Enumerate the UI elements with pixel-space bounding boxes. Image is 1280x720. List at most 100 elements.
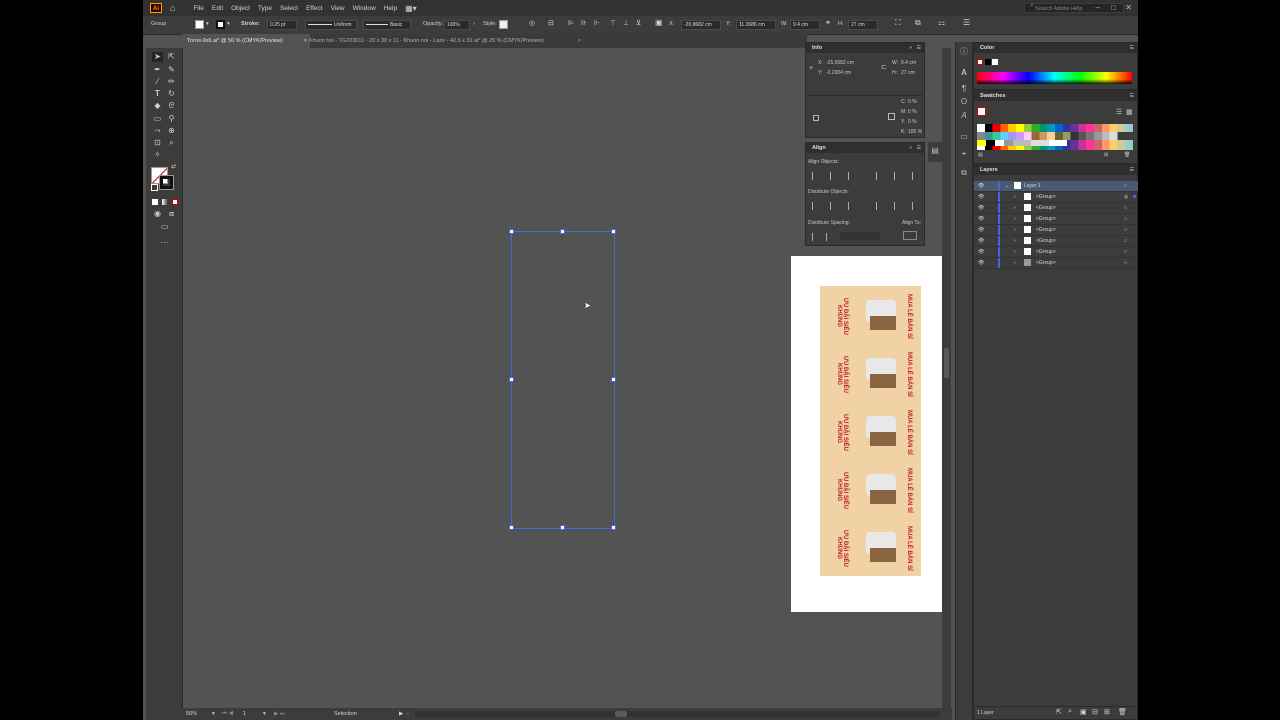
type-tool-icon[interactable]: T xyxy=(152,89,163,99)
menu-view[interactable]: View xyxy=(327,5,349,12)
swatch-grid-row3[interactable] xyxy=(977,140,1067,146)
chevron-down-icon[interactable]: ▾ xyxy=(227,21,230,27)
w-field[interactable]: 9.4 cm xyxy=(790,20,820,30)
align-panel-icon[interactable]: ▤ xyxy=(930,146,940,156)
target-icon[interactable]: ○ xyxy=(1124,203,1127,213)
first-artboard-icon[interactable]: ⏮ ◀ xyxy=(222,708,233,720)
chevron-right-icon[interactable]: › xyxy=(1014,258,1016,268)
rectangle-tool-icon[interactable]: ▭ xyxy=(152,114,163,124)
scroll-thumb[interactable] xyxy=(615,711,627,717)
grid-view-icon[interactable]: ▦ xyxy=(1126,108,1133,116)
resize-handle-top-middle[interactable] xyxy=(560,229,565,234)
close-icon[interactable]: × xyxy=(578,34,581,48)
chevron-right-icon[interactable]: › xyxy=(1014,236,1016,246)
eye-icon[interactable]: 👁 xyxy=(978,203,984,213)
direct-selection-tool-icon[interactable]: ⇱ xyxy=(166,52,177,62)
list-view-icon[interactable]: ☰ xyxy=(1116,108,1122,116)
menu-window[interactable]: Window xyxy=(349,5,380,12)
draw-mode-icon[interactable]: ◉ xyxy=(152,209,163,219)
eye-icon[interactable]: 👁 xyxy=(978,247,984,257)
chevron-down-icon[interactable]: ▾ xyxy=(212,708,215,720)
zoom-level[interactable]: 50% xyxy=(186,708,197,720)
chevron-right-icon[interactable]: › xyxy=(1014,203,1016,213)
next-artboard-icon[interactable]: ▶ ⏭ xyxy=(274,708,285,720)
chevron-right-icon[interactable]: ▶ xyxy=(399,708,403,720)
horizontal-distribute-space-button[interactable] xyxy=(826,233,836,241)
target-icon[interactable]: ◎ xyxy=(1124,192,1128,202)
resize-handle-middle-left[interactable] xyxy=(509,377,514,382)
opacity-label[interactable]: Opacity: xyxy=(423,21,443,27)
eyedropper-tool-icon[interactable]: ⚲ xyxy=(166,114,177,124)
horizontal-align-right-button[interactable] xyxy=(848,172,858,180)
align-middle-icon[interactable]: ⊥ xyxy=(623,19,629,27)
menu-help[interactable]: Help xyxy=(380,5,401,12)
eye-icon[interactable]: 👁 xyxy=(978,258,984,268)
lasso-tool-icon[interactable]: ᘓ xyxy=(166,101,177,111)
chevron-right-icon[interactable]: › xyxy=(1014,225,1016,235)
brush-tool-icon[interactable]: ⁄ xyxy=(152,77,163,87)
stroke-color-swatch[interactable] xyxy=(159,175,174,190)
layer-row-group[interactable]: 👁 › <Group> ○ xyxy=(974,214,1138,225)
swap-fill-stroke-icon[interactable]: ⇄ xyxy=(168,162,179,172)
horizontal-scrollbar[interactable] xyxy=(415,711,940,717)
vertical-distribute-space-button[interactable] xyxy=(812,233,822,241)
graphic-style-swatch[interactable] xyxy=(499,20,508,29)
swatch-library-icon[interactable]: ▤ xyxy=(978,152,983,158)
resize-handle-bottom-right[interactable] xyxy=(611,525,616,530)
recolor-icon[interactable]: ◎ xyxy=(529,19,535,27)
home-icon[interactable]: ⌂ xyxy=(166,3,179,13)
info-panel-icon[interactable]: ⓘ xyxy=(959,47,969,57)
group-name[interactable]: <Group> xyxy=(1036,236,1056,246)
panel-title[interactable]: Info xyxy=(806,43,924,53)
horizontal-align-center-button[interactable] xyxy=(830,172,840,180)
resize-handle-middle-right[interactable] xyxy=(611,377,616,382)
isolate-icon[interactable]: ⧉ xyxy=(915,18,921,28)
shape-builder-tool-icon[interactable]: ⊕ xyxy=(166,126,177,136)
default-colors-icon[interactable] xyxy=(151,184,158,191)
appearance-panel-icon[interactable]: ◒ xyxy=(959,148,969,158)
chevron-down-icon[interactable]: ⌄ xyxy=(1005,181,1009,191)
paragraph-panel-icon[interactable]: ¶ xyxy=(959,84,969,94)
black-swatch[interactable] xyxy=(985,59,991,65)
character-panel-icon[interactable]: A xyxy=(959,68,969,78)
target-icon[interactable]: ○ xyxy=(1124,225,1127,235)
resize-handle-bottom-left[interactable] xyxy=(509,525,514,530)
stroke-swatch[interactable] xyxy=(216,20,225,29)
panel-title[interactable]: Swatches xyxy=(974,91,1137,101)
align-center-icon[interactable]: ⊪ xyxy=(581,19,587,27)
x-field[interactable]: -20.8682 cm xyxy=(681,20,721,30)
panel-menu-icon[interactable]: ☰ xyxy=(1130,167,1134,173)
horizontal-distribute-right-button[interactable] xyxy=(912,202,922,210)
target-icon[interactable]: ○ xyxy=(1124,236,1127,246)
group-name[interactable]: <Group> xyxy=(1036,258,1056,268)
new-sublayer-icon[interactable]: ⊟ xyxy=(1092,708,1098,716)
stroke-weight-field[interactable]: 0.25 pt xyxy=(267,20,297,30)
group-name[interactable]: <Group> xyxy=(1036,225,1056,235)
align-right-icon[interactable]: ⊩ xyxy=(594,19,600,27)
vertical-distribute-bottom-button[interactable] xyxy=(848,202,858,210)
vertical-align-top-button[interactable] xyxy=(876,172,886,180)
search-input[interactable]: Search Adobe Help xyxy=(1024,3,1124,13)
panel-title[interactable]: Layers xyxy=(974,165,1137,175)
transform-icon[interactable]: ▣ xyxy=(655,18,663,27)
panel-menu-icon[interactable]: ☰ xyxy=(1130,45,1134,51)
none-mode-icon[interactable] xyxy=(172,199,178,205)
group-name[interactable]: <Group> xyxy=(1036,214,1056,224)
new-swatch-icon[interactable]: ⊞ xyxy=(1104,152,1108,158)
resize-handle-top-right[interactable] xyxy=(611,229,616,234)
selection-tool-icon[interactable]: ➤ xyxy=(152,52,163,62)
panel-title[interactable]: Color xyxy=(974,43,1137,53)
artboard-preview[interactable]: ƯU ĐÃI SIÊU KHỦNG MUA LẺ BÁN SỈ ƯU ĐÃI S… xyxy=(791,256,942,612)
glyphs-panel-icon[interactable]: A xyxy=(959,111,969,121)
panel-collapse-icon[interactable]: » xyxy=(909,45,912,51)
variable-width-profile[interactable]: Uniform xyxy=(305,20,357,30)
eye-icon[interactable]: 👁 xyxy=(978,225,984,235)
magic-wand-tool-icon[interactable]: ✧ xyxy=(152,150,163,160)
fill-stroke-indicator[interactable] xyxy=(977,107,986,116)
vertical-align-bottom-button[interactable] xyxy=(912,172,922,180)
screen-mode-icon[interactable]: ⧈ xyxy=(166,209,177,219)
chevron-right-icon[interactable]: › xyxy=(1014,247,1016,257)
align-bottom-icon[interactable]: ⊻ xyxy=(636,19,641,27)
artboard-tool-icon[interactable]: ⊡ xyxy=(152,138,163,148)
rotate-tool-icon[interactable]: ↻ xyxy=(166,89,177,99)
